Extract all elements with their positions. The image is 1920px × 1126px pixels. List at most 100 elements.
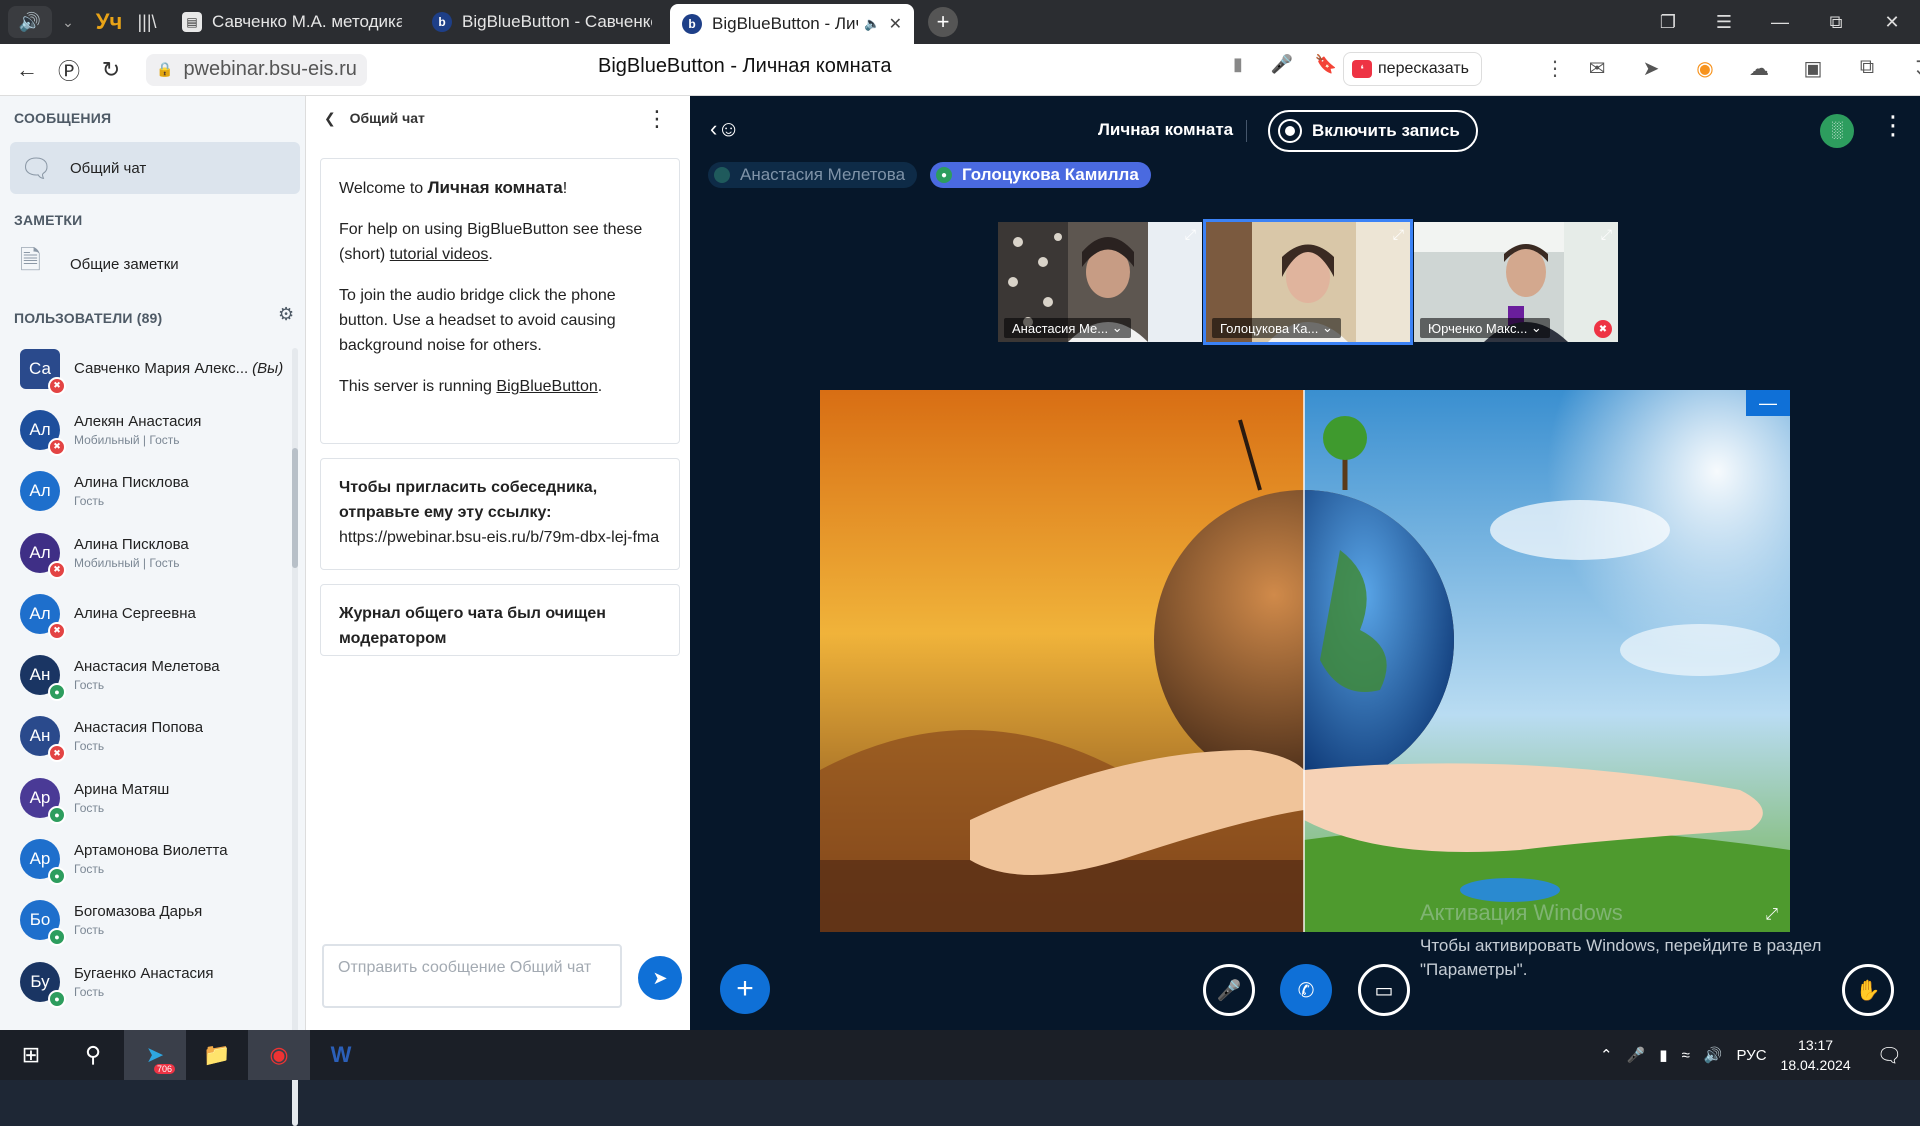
file-explorer-icon[interactable]: 📁 [186, 1030, 248, 1080]
close-tab-icon[interactable]: ✕ [889, 14, 902, 34]
chevron-up-icon[interactable]: ⌃ [1600, 1046, 1613, 1064]
users-toggle-icon[interactable]: ‹☺ [710, 116, 740, 142]
reload-icon[interactable]: ↻ [90, 57, 132, 83]
talking-indicator[interactable]: ● Голоцукова Камилла [930, 162, 1151, 188]
bookmark-icon[interactable]: 🔖 [1304, 54, 1348, 75]
start-icon[interactable]: ⊞ [0, 1030, 62, 1080]
yandex-browser-icon[interactable]: ◉ [248, 1030, 310, 1080]
search-icon[interactable]: ⚲ [62, 1030, 124, 1080]
video-tile[interactable]: ⤢ Анастасия Ме... ⌄ [998, 222, 1202, 342]
volume-icon[interactable]: 🔊 [1704, 1046, 1723, 1064]
minimize-presentation-button[interactable]: — [1746, 390, 1790, 416]
invite-link[interactable]: https://pwebinar.bsu-eis.ru/b/79m-dbx-le… [339, 525, 661, 550]
word-icon[interactable]: W [310, 1030, 372, 1080]
options-menu-icon[interactable]: ⋮ [1880, 110, 1906, 141]
fullscreen-icon[interactable]: ⤢ [1393, 226, 1404, 243]
record-label: Включить запись [1312, 121, 1460, 140]
video-user-name[interactable]: Юрченко Макс... ⌄ [1420, 318, 1550, 338]
chevron-down-icon[interactable]: ⌄ [54, 14, 82, 31]
camera-permission-icon[interactable]: ▮ [1216, 54, 1260, 75]
pinned-tab-uch[interactable]: Уч [92, 6, 126, 38]
browser-tab-3-active[interactable]: b BigBlueButton - Личн 🔈 ✕ [670, 4, 914, 44]
notifications-icon[interactable]: 🗨 [1877, 1043, 1902, 1068]
actions-plus-button[interactable]: + [720, 964, 770, 1014]
connection-status-icon[interactable]: ░ [1820, 114, 1854, 148]
fullscreen-presentation-icon[interactable]: ⤢ [1765, 906, 1778, 924]
minimize-icon[interactable]: — [1752, 12, 1808, 33]
chat-options-icon[interactable]: ⋮ [646, 106, 668, 132]
tabs-overview-icon[interactable]: ❐ [1640, 12, 1696, 33]
user-list-item[interactable]: Бо ● Богомазова Дарья Гость [0, 890, 296, 951]
public-chat-item[interactable]: 🗨 Общий чат [10, 142, 300, 194]
download-icon[interactable]: ↧ [1894, 56, 1920, 81]
language-indicator[interactable]: РУС [1736, 1047, 1766, 1064]
yandex-icon[interactable]: Ⓟ [48, 54, 90, 86]
fullscreen-icon[interactable]: ⤢ [1601, 226, 1612, 243]
video-tile[interactable]: ⤢ ✖ Юрченко Макс... ⌄ [1414, 222, 1618, 342]
start-recording-button[interactable]: Включить запись [1268, 110, 1478, 152]
user-list-item[interactable]: Ал ✖ Алекян Анастасия Мобильный | Гость [0, 399, 296, 460]
url-field[interactable]: 🔒 pwebinar.bsu-eis.ru [146, 53, 367, 86]
speaker-icon[interactable]: 🔈 [864, 16, 880, 32]
presentation-slide[interactable]: — ⤢ [820, 390, 1790, 932]
leave-audio-button[interactable]: ✆ [1280, 964, 1332, 1016]
room-title: Личная комната [1098, 120, 1234, 139]
back-icon[interactable]: ← [6, 57, 48, 83]
video-tile-selected[interactable]: ⤢ Голоцукова Ка... ⌄ [1203, 219, 1413, 345]
mute-button[interactable]: 🎤 [1203, 964, 1255, 1016]
user-name: Анастасия Мелетова [74, 658, 220, 675]
retell-button[interactable]: ❛ пересказать [1343, 52, 1482, 86]
video-name-text: Юрченко Макс... [1428, 320, 1528, 336]
chevron-left-icon[interactable]: ❮ [324, 110, 336, 126]
user-list-item[interactable]: Ан ● Анастасия Мелетова Гость [0, 644, 296, 705]
chat-header[interactable]: ❮ Общий чат [324, 110, 425, 127]
gear-icon[interactable]: ⚙ [278, 304, 294, 325]
user-list-item[interactable]: Ал ✖ Алина Писклова Мобильный | Гость [0, 522, 296, 583]
more-icon[interactable]: ⋮ [1540, 56, 1570, 81]
meeting-area: ‹☺ Личная комната Включить запись ░ ⋮ Ан… [690, 96, 1920, 1030]
muted-mic-icon: ✖ [48, 744, 66, 763]
user-list-item[interactable]: Ар ● Артамонова Виолетта Гость [0, 828, 296, 889]
screenshot-icon[interactable]: ▣ [1786, 56, 1840, 81]
telegram-icon[interactable]: ➤ 706 [124, 1030, 186, 1080]
raise-hand-button[interactable]: ✋ [1842, 964, 1894, 1016]
odnoklassniki-icon[interactable]: ◉ [1678, 56, 1732, 81]
cursor-icon[interactable]: ➤ [1624, 56, 1678, 81]
sound-icon[interactable]: 🔊 [8, 6, 52, 38]
video-user-name[interactable]: Голоцукова Ка... ⌄ [1212, 318, 1341, 338]
shared-notes-item[interactable]: 🗎 Общие заметки [10, 238, 300, 290]
user-list-item[interactable]: Са ✖ Савченко Мария Алекс... (Вы) [0, 338, 296, 399]
pinned-tab-library[interactable]: |||\ [130, 6, 164, 38]
battery-icon[interactable]: ▮ [1659, 1046, 1667, 1064]
talking-indicator[interactable]: Анастасия Мелетова [708, 162, 918, 188]
user-list-item[interactable]: Ал ✖ Алина Сергеевна [0, 583, 296, 644]
welcome-prefix: Welcome to [339, 180, 428, 197]
video-user-name[interactable]: Анастасия Ме... ⌄ [1004, 318, 1131, 338]
mail-icon[interactable]: ✉ [1570, 56, 1624, 81]
weather-icon[interactable]: ☁ [1732, 56, 1786, 81]
user-list-item[interactable]: Ан ✖ Анастасия Попова Гость [0, 706, 296, 767]
chat-message-input[interactable]: Отправить сообщение Общий чат [322, 944, 622, 1008]
wifi-icon[interactable]: ≈ [1682, 1047, 1690, 1064]
user-list-item[interactable]: Бу ● Бугаенко Анастасия Гость [0, 951, 296, 1012]
tutorial-videos-link[interactable]: tutorial videos [390, 246, 489, 263]
mic-permission-icon[interactable]: 🎤 [1260, 54, 1304, 75]
user-info: Богомазова Дарья Гость [74, 903, 202, 937]
users-sidebar: СООБЩЕНИЯ 🗨 Общий чат ЗАМЕТКИ 🗎 Общие за… [0, 96, 306, 1126]
user-list-item[interactable]: Ал Алина Писклова Гость [0, 461, 296, 522]
menu-icon[interactable]: ☰ [1696, 12, 1752, 33]
close-window-icon[interactable]: ✕ [1864, 12, 1920, 33]
user-role: Гость [74, 739, 105, 754]
share-webcam-button[interactable]: ▭ [1358, 964, 1410, 1016]
maximize-icon[interactable]: ⧉ [1808, 12, 1864, 33]
user-list-item[interactable]: Ар ● Арина Матяш Гость [0, 767, 296, 828]
browser-tab-2[interactable]: b BigBlueButton - Савченко [420, 4, 664, 40]
mic-tray-icon[interactable]: 🎤 [1627, 1046, 1646, 1064]
fullscreen-icon[interactable]: ⤢ [1185, 226, 1196, 243]
clock[interactable]: 13:17 18.04.2024 [1781, 1035, 1851, 1075]
collections-icon[interactable]: ⧉ [1840, 56, 1894, 81]
send-message-button[interactable]: ➤ [638, 956, 682, 1000]
browser-tab-1[interactable]: ▤ Савченко М.А. методика с [170, 4, 414, 40]
bigbluebutton-link[interactable]: BigBlueButton [496, 378, 597, 395]
new-tab-button[interactable]: + [928, 7, 958, 37]
